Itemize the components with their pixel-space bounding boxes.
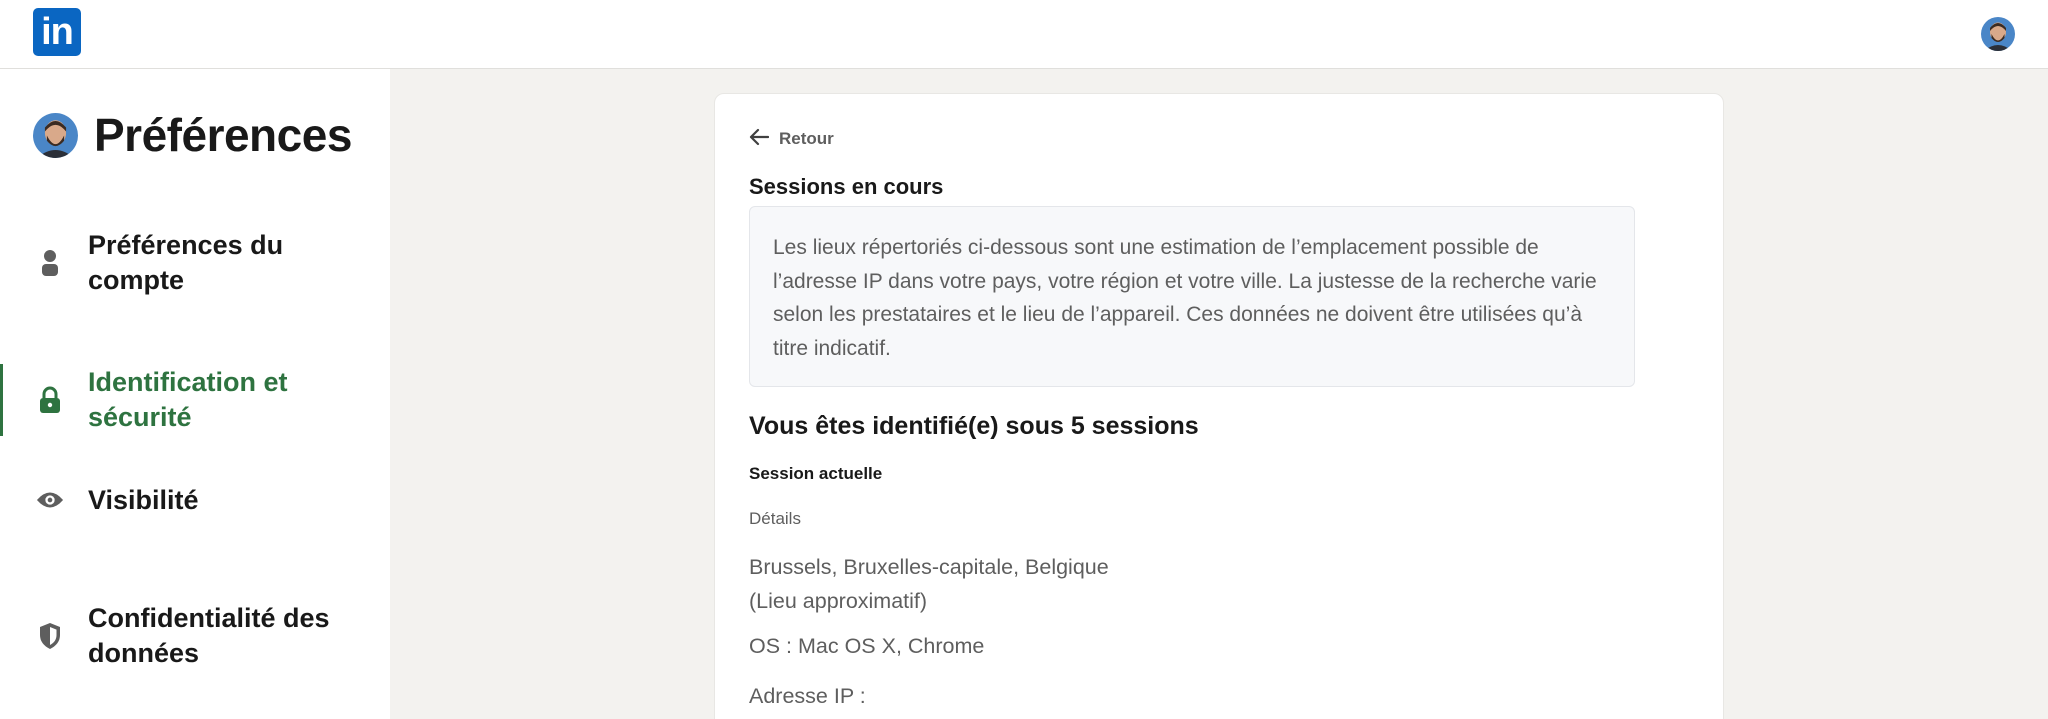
arrow-left-icon xyxy=(749,128,770,151)
avatar[interactable] xyxy=(1981,17,2015,51)
eye-icon xyxy=(36,486,64,514)
section-title: Sessions en cours xyxy=(749,174,944,199)
person-icon xyxy=(36,249,64,277)
page-title: Préférences xyxy=(94,109,352,161)
sidebar-item-label: Visibilité xyxy=(88,484,199,515)
location-note: (Lieu approximatif) xyxy=(749,589,928,613)
session-ip: Adresse IP : xyxy=(749,684,866,708)
sidebar-item-visibility[interactable]: Visibilité xyxy=(0,480,390,520)
sessions-count-title: Vous êtes identifié(e) sous 5 sessions xyxy=(749,412,1199,440)
back-label: Retour xyxy=(779,129,834,148)
sidebar-item-data-privacy[interactable]: Confidentialité des données xyxy=(0,600,390,672)
session-os: OS : Mac OS X, Chrome xyxy=(749,634,985,658)
details-label: Détails xyxy=(749,509,801,528)
linkedin-logo[interactable]: in xyxy=(33,8,81,56)
sidebar-item-sign-in-security[interactable]: Identification et sécurité xyxy=(0,364,390,436)
back-button[interactable]: Retour xyxy=(749,127,834,151)
sidebar-header: Préférences xyxy=(33,109,352,161)
top-bar: in xyxy=(0,0,2048,69)
sidebar: Préférences Préférences du compte Identi… xyxy=(0,69,390,719)
sidebar-item-label: Identification et sécurité xyxy=(88,367,288,432)
shield-icon xyxy=(36,622,64,650)
session-location: Brussels, Bruxelles-capitale, Belgique (… xyxy=(749,550,1109,618)
sessions-card: Retour Sessions en cours Les lieux réper… xyxy=(714,93,1724,719)
sidebar-item-label: Confidentialité des données xyxy=(88,603,330,668)
location-text: Brussels, Bruxelles-capitale, Belgique xyxy=(749,555,1109,579)
current-session-label: Session actuelle xyxy=(749,464,883,483)
avatar xyxy=(33,112,78,158)
lock-icon xyxy=(36,386,64,414)
sidebar-item-account-preferences[interactable]: Préférences du compte xyxy=(0,227,390,299)
info-box: Les lieux répertoriés ci-dessous sont un… xyxy=(749,206,1635,387)
sidebar-item-label: Préférences du compte xyxy=(88,230,284,295)
